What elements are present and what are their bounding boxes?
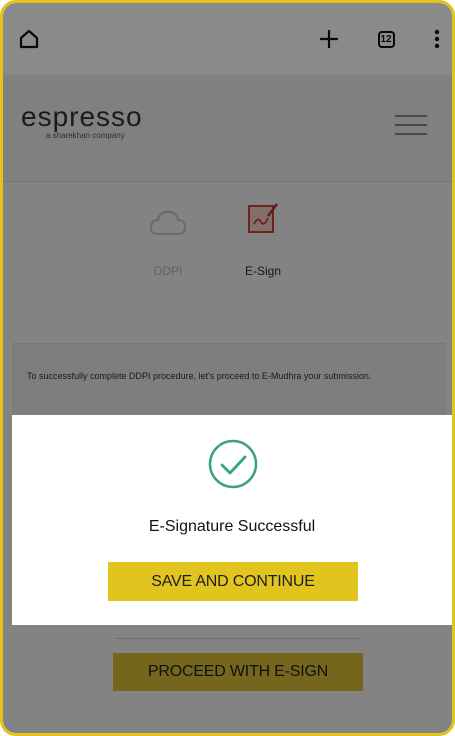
hamburger-menu-icon[interactable] [391, 108, 431, 140]
step-label: DDPI [153, 264, 183, 278]
success-modal: E-Signature Successful SAVE AND CONTINUE [12, 415, 452, 625]
step-esign: E-Sign [218, 198, 308, 288]
home-icon[interactable] [13, 23, 45, 55]
proceed-with-esign-button[interactable]: PROCEED WITH E-SIGN [113, 653, 363, 691]
more-vert-icon[interactable] [421, 23, 452, 55]
step-label: E-Sign [244, 264, 282, 278]
step-ddpi: DDPI [123, 198, 213, 288]
tabs-icon[interactable]: 12 [370, 23, 402, 55]
app-header: espresso a sharekhan company [3, 75, 452, 182]
save-and-continue-button[interactable]: SAVE AND CONTINUE [108, 562, 358, 601]
browser-toolbar: 12 [3, 3, 452, 75]
esign-icon [248, 203, 278, 233]
logo: espresso a sharekhan company [21, 101, 143, 140]
modal-title: E-Signature Successful [148, 518, 316, 535]
step-indicator: DDPI E-Sign [123, 198, 343, 288]
logo-text: espresso [21, 101, 143, 132]
check-circle-icon [208, 439, 258, 489]
new-tab-icon[interactable] [313, 23, 345, 55]
device-frame: 12 espresso a sharekhan company DDPI E-S… [0, 0, 455, 736]
page-content: espresso a sharekhan company DDPI E-Sign… [3, 75, 452, 733]
info-text: To successfully complete DDPI procedure,… [27, 371, 372, 381]
cloud-icon [149, 210, 187, 235]
tab-count: 12 [377, 30, 395, 48]
